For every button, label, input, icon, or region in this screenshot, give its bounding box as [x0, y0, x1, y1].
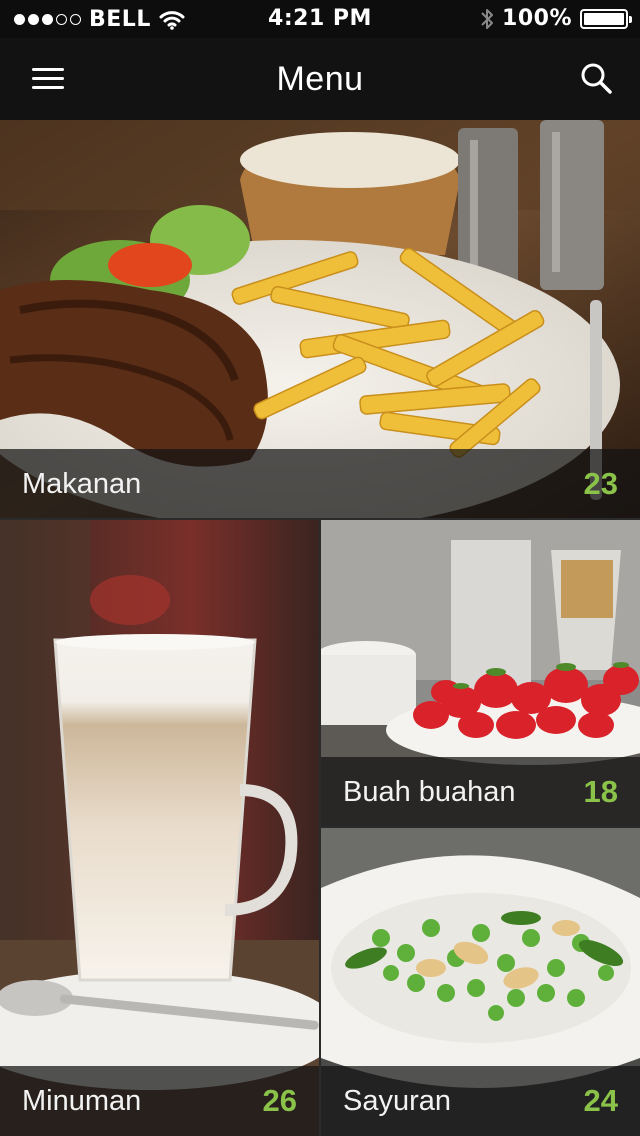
search-icon[interactable] [578, 60, 614, 96]
status-right: 100% [480, 6, 632, 31]
latte-glass-image [0, 520, 319, 1136]
category-count: 23 [583, 466, 618, 501]
category-tile-minuman[interactable]: Minuman 26 [0, 520, 319, 1136]
battery-fill [584, 12, 624, 25]
category-count: 18 [583, 774, 618, 809]
category-caption: Makanan 23 [0, 449, 640, 519]
category-label: Minuman [22, 1084, 142, 1117]
category-caption: Buah buahan 18 [321, 757, 640, 827]
battery-percent: 100% [502, 6, 572, 31]
divider [321, 826, 640, 828]
bluetooth-icon [481, 8, 494, 29]
category-tile-buah-buahan[interactable]: Buah buahan 18 [321, 520, 640, 827]
category-count: 24 [583, 1083, 618, 1118]
category-caption: Sayuran 24 [321, 1066, 640, 1136]
battery-icon [580, 8, 632, 29]
category-label: Sayuran [343, 1084, 452, 1117]
category-label: Makanan [22, 467, 142, 500]
category-tile-makanan[interactable]: Makanan 23 [0, 120, 640, 519]
status-bar: BELL 4:21 PM 100% [0, 0, 640, 38]
page-title: Menu [276, 59, 364, 98]
category-label: Buah buahan [343, 775, 516, 808]
divider [319, 520, 321, 1136]
category-tile-sayuran[interactable]: Sayuran 24 [321, 828, 640, 1136]
category-caption: Minuman 26 [0, 1066, 319, 1136]
nav-bar: Menu [0, 38, 640, 120]
hamburger-icon[interactable] [32, 66, 66, 92]
category-count: 26 [262, 1083, 297, 1118]
